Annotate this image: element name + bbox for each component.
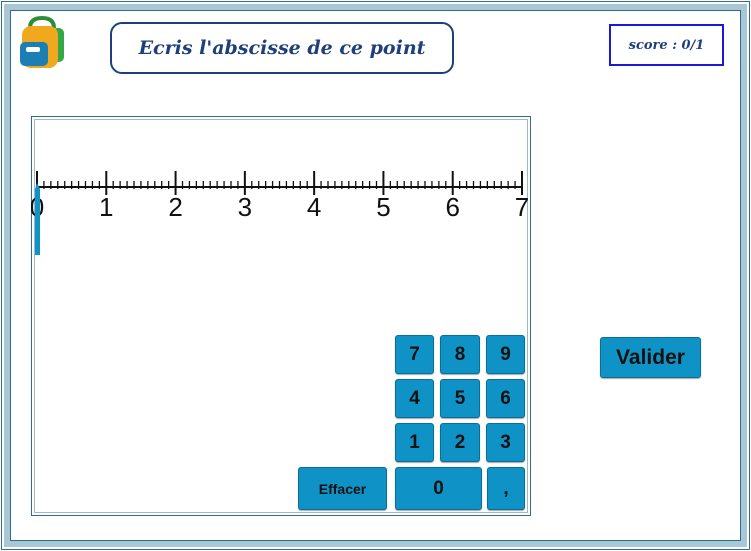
score-display: score : 0/1 [609, 24, 724, 66]
key-9[interactable]: 9 [486, 335, 525, 374]
key-5[interactable]: 5 [440, 379, 480, 418]
key-comma[interactable]: , [487, 467, 525, 510]
number-line-label: 5 [376, 192, 390, 222]
key-6[interactable]: 6 [486, 379, 525, 418]
key-7[interactable]: 7 [395, 335, 434, 374]
number-line-label: 7 [515, 192, 529, 222]
key-0[interactable]: 0 [395, 467, 482, 510]
number-line-label: 4 [307, 192, 321, 222]
number-line: 01234567 [31, 171, 529, 255]
clear-button[interactable]: Effacer [298, 467, 387, 510]
validate-button[interactable]: Valider [600, 337, 701, 378]
backpack-icon [20, 15, 64, 68]
number-line-label: 1 [99, 192, 113, 222]
number-line-label: 2 [168, 192, 182, 222]
key-4[interactable]: 4 [395, 379, 434, 418]
key-2[interactable]: 2 [440, 423, 480, 462]
key-8[interactable]: 8 [440, 335, 480, 374]
number-line-label: 6 [445, 192, 459, 222]
key-3[interactable]: 3 [486, 423, 525, 462]
number-line-label: 3 [238, 192, 252, 222]
point-marker [35, 183, 40, 255]
key-1[interactable]: 1 [395, 423, 434, 462]
page-title: Ecris l'abscisse de ce point [110, 22, 454, 74]
